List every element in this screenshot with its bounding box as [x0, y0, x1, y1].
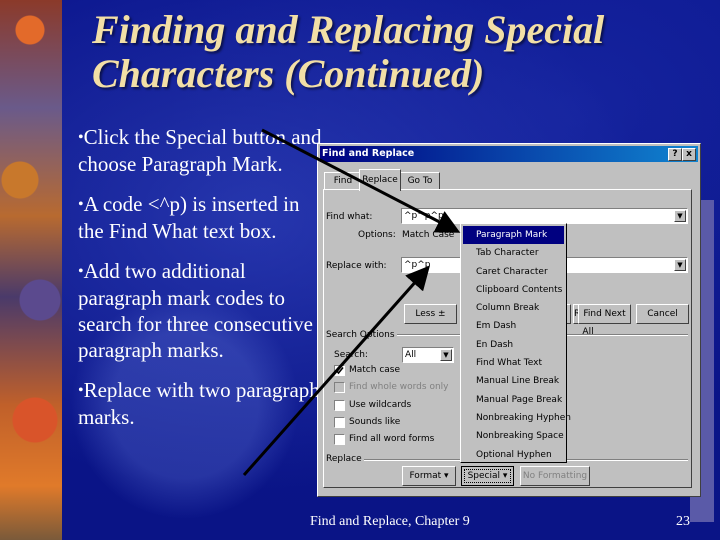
tab-replace[interactable]: Replace	[359, 169, 401, 191]
replace-group-label: Replace	[326, 454, 364, 464]
find-whole-words-label: Find whole words only	[349, 382, 449, 392]
sounds-like-checkbox[interactable]	[334, 417, 345, 428]
search-options-label: Search Options	[326, 330, 397, 340]
bullet-item: •A code <^p) is inserted in the Find Wha…	[78, 191, 323, 244]
find-what-input[interactable]: ^p^p^p ▼	[401, 208, 688, 224]
menu-item-tab-character[interactable]: Tab Character	[461, 244, 566, 262]
menu-item-find-what-text[interactable]: Find What Text	[461, 354, 566, 372]
find-next-button[interactable]: Find Next	[578, 304, 631, 324]
bullet-list: •Click the Special button and choose Par…	[78, 124, 323, 444]
search-direction-select[interactable]: All ▼	[402, 347, 454, 363]
bullet-text: Add two additional paragraph mark codes …	[78, 259, 313, 362]
find-what-value: ^p^p^p	[404, 211, 444, 221]
menu-item-manual-line-break[interactable]: Manual Line Break	[461, 372, 566, 390]
menu-item-nonbreaking-hyphen[interactable]: Nonbreaking Hyphen	[461, 409, 571, 427]
menu-item-optional-hyphen[interactable]: Optional Hyphen	[461, 446, 566, 464]
slide-title: Finding and Replacing Special Characters…	[92, 7, 605, 96]
tab-find[interactable]: Find	[324, 172, 362, 190]
checkmark-icon	[335, 366, 344, 375]
menu-item-paragraph-mark[interactable]: Paragraph Mark	[463, 226, 564, 245]
tab-goto[interactable]: Go To	[400, 172, 440, 190]
chevron-down-icon[interactable]: ▼	[674, 210, 686, 222]
menu-item-en-dash[interactable]: En Dash	[461, 336, 566, 354]
sounds-like-label: Sounds like	[349, 417, 401, 427]
bullet-item: •Add two additional paragraph mark codes…	[78, 258, 323, 363]
replace-with-label: Replace with:	[326, 261, 387, 271]
find-what-label: Find what:	[326, 212, 373, 222]
menu-item-clipboard-contents[interactable]: Clipboard Contents	[461, 281, 566, 299]
format-button[interactable]: Format ▾	[402, 466, 456, 486]
dialog-titlebar[interactable]: Find and Replace ? x	[320, 146, 698, 162]
footer-text: Find and Replace, Chapter 9	[310, 514, 470, 529]
bullet-text: A code <^p) is inserted in the Find What…	[78, 192, 300, 243]
menu-item-caret-character[interactable]: Caret Character	[461, 263, 566, 281]
match-case-checkbox[interactable]	[334, 365, 345, 376]
bullet-item: •Click the Special button and choose Par…	[78, 124, 323, 177]
find-all-word-forms-label: Find all word forms	[349, 434, 435, 444]
find-whole-words-checkbox[interactable]	[334, 382, 345, 393]
menu-item-manual-page-break[interactable]: Manual Page Break	[461, 391, 566, 409]
search-label: Search:	[334, 350, 368, 360]
less-button[interactable]: Less ±	[404, 304, 457, 324]
menu-item-em-dash[interactable]: Em Dash	[461, 317, 566, 335]
bullet-item: •Replace with two paragraph marks.	[78, 377, 323, 430]
use-wildcards-label: Use wildcards	[349, 400, 412, 410]
bullet-text: Replace with two paragraph marks.	[78, 378, 320, 429]
match-case-label: Match case	[349, 365, 401, 375]
find-all-word-forms-checkbox[interactable]	[334, 434, 345, 445]
chevron-down-icon[interactable]: ▼	[674, 259, 686, 271]
dialog-title: Find and Replace	[322, 148, 415, 159]
bullet-text: Click the Special button and choose Para…	[78, 125, 322, 176]
special-menu: Paragraph Mark Tab Character Caret Chara…	[460, 223, 571, 464]
chevron-down-icon[interactable]: ▼	[440, 349, 452, 361]
cancel-button[interactable]: Cancel	[636, 304, 689, 324]
options-label: Options:	[358, 230, 396, 240]
search-direction-value: All	[405, 350, 417, 360]
help-button[interactable]: ?	[668, 148, 682, 161]
no-formatting-button[interactable]: No Formatting	[520, 466, 590, 486]
close-button[interactable]: x	[682, 148, 696, 161]
special-button[interactable]: Special ▾	[461, 466, 514, 486]
use-wildcards-checkbox[interactable]	[334, 400, 345, 411]
menu-item-nonbreaking-space[interactable]: Nonbreaking Space	[461, 427, 566, 445]
menu-item-column-break[interactable]: Column Break	[461, 299, 566, 317]
options-value: Match Case	[402, 230, 455, 240]
decorative-gear-strip	[0, 0, 62, 540]
replace-with-value: ^p^p	[404, 260, 431, 270]
page-number: 23	[676, 514, 690, 529]
